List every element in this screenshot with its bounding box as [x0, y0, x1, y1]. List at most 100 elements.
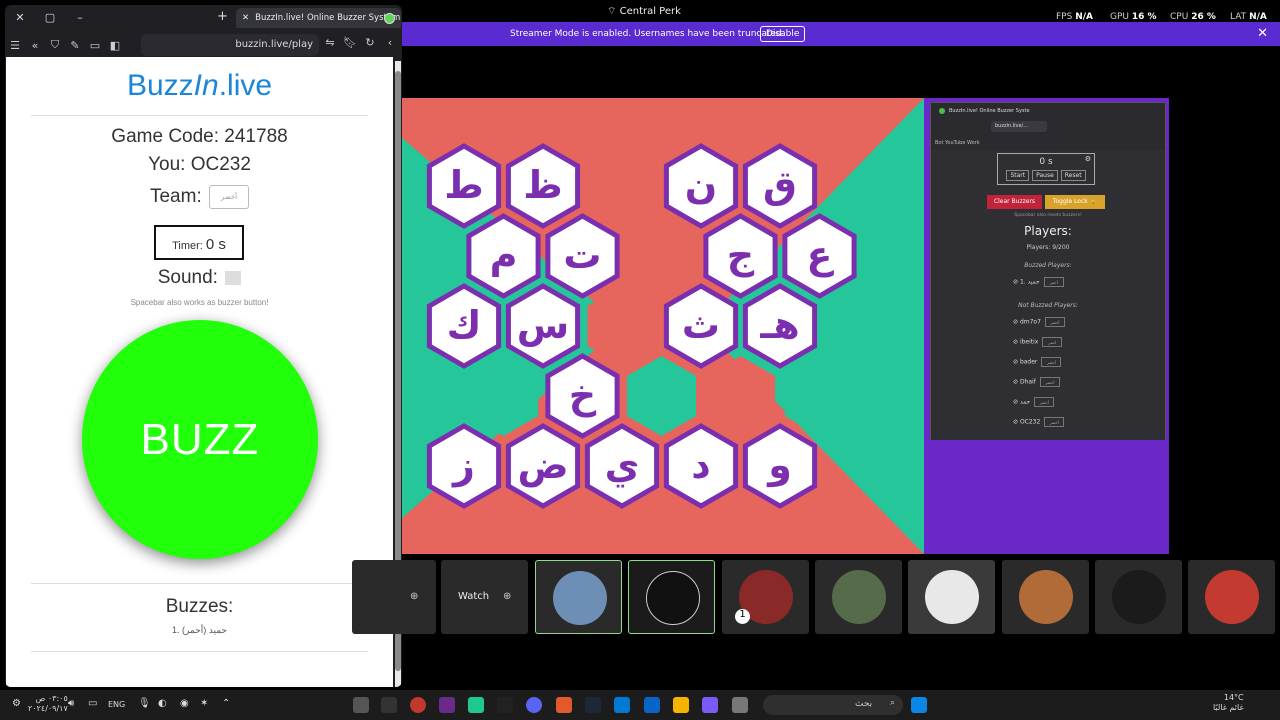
zoom-icon[interactable]: ⊕: [410, 591, 418, 602]
ban-icon[interactable]: ⊘: [1013, 359, 1020, 366]
copilot-icon[interactable]: [702, 697, 718, 713]
participant-tile[interactable]: [1002, 560, 1089, 634]
hex-cell[interactable]: ك: [426, 283, 502, 369]
team-select[interactable]: أخضر: [1034, 397, 1055, 407]
team-select[interactable]: أخضر: [1039, 377, 1060, 387]
app-icon[interactable]: [468, 697, 484, 713]
taskbar-search[interactable]: بحث ⌕: [763, 695, 903, 715]
clock[interactable]: ٠٣:٠٥ ص ٢٠٢٤/٠٩/١٧: [28, 694, 68, 714]
participant-tile[interactable]: [1095, 560, 1182, 634]
windows-start-icon[interactable]: [911, 697, 927, 713]
show-hidden-icons-icon[interactable]: ⌃: [222, 698, 230, 709]
zoom-icon[interactable]: ⊕: [503, 591, 511, 602]
hex-cell[interactable]: ج: [703, 213, 778, 299]
ban-icon[interactable]: ⊘: [1013, 379, 1020, 386]
settings-icon[interactable]: ⚙: [12, 698, 21, 709]
sidebar-icon[interactable]: ◧: [105, 39, 125, 52]
start-button[interactable]: Start: [1006, 170, 1030, 181]
hex-cell[interactable]: ت: [545, 213, 620, 299]
ban-icon[interactable]: ⊘: [1013, 319, 1020, 326]
hex-cell[interactable]: ط: [426, 143, 502, 229]
participant-tile[interactable]: [535, 560, 622, 634]
team-select[interactable]: أخضر: [1044, 417, 1065, 427]
menu-icon[interactable]: ☰: [5, 39, 25, 52]
host-address-bar[interactable]: buzzin.live/...: [991, 121, 1047, 132]
back-icon[interactable]: ‹: [383, 36, 397, 49]
reset-button[interactable]: Reset: [1060, 170, 1086, 181]
minimize-window-icon[interactable]: –: [65, 11, 95, 24]
clear-buzzers-button[interactable]: Clear Buzzers: [987, 195, 1042, 209]
hex-cell[interactable]: د: [663, 423, 739, 509]
team-select[interactable]: أخضر: [209, 185, 250, 209]
hex-cell[interactable]: ث: [663, 283, 739, 369]
outlook-icon[interactable]: [644, 697, 660, 713]
gear-icon[interactable]: ⚙: [1085, 155, 1091, 163]
language-indicator[interactable]: ENG: [108, 700, 125, 709]
watch-button[interactable]: Watch: [458, 591, 489, 602]
volume-icon[interactable]: 🔊︎: [68, 698, 74, 709]
brave-icon[interactable]: [556, 697, 572, 713]
maximize-window-icon[interactable]: ▢: [35, 11, 65, 24]
hex-cell[interactable]: ض: [505, 423, 581, 509]
network-icon[interactable]: ▭: [88, 698, 97, 709]
hex-cell[interactable]: هـ: [742, 283, 818, 369]
hex-cell[interactable]: م: [466, 213, 541, 299]
file-explorer-icon[interactable]: [673, 697, 689, 713]
hex-cell[interactable]: خ: [545, 353, 620, 439]
tabs-icon[interactable]: ▭: [85, 39, 105, 52]
team-select[interactable]: أخضر: [1044, 317, 1065, 327]
ban-icon[interactable]: ⊘: [1013, 419, 1020, 426]
hex-cell[interactable]: ظ: [505, 143, 581, 229]
close-window-icon[interactable]: ✕: [5, 11, 35, 24]
ban-icon[interactable]: ⊘: [1013, 399, 1020, 406]
mail-icon[interactable]: [381, 697, 397, 713]
hex-cell[interactable]: س: [505, 283, 581, 369]
brightness-icon[interactable]: ✶: [200, 698, 208, 709]
speaker-icon[interactable]: ◉: [180, 698, 189, 709]
buzz-button[interactable]: BUZZ: [82, 320, 318, 559]
bookmark-icon[interactable]: 🔖︎: [343, 36, 357, 49]
app-icon[interactable]: [410, 697, 426, 713]
task-view-icon[interactable]: [732, 697, 748, 713]
site-settings-icon[interactable]: ⇋: [323, 36, 337, 49]
close-tab-icon[interactable]: ✕: [242, 13, 249, 23]
team-select[interactable]: أحمر: [1042, 337, 1063, 347]
participant-tile[interactable]: [628, 560, 715, 634]
pause-button[interactable]: Pause: [1032, 170, 1058, 181]
participant-tile[interactable]: [815, 560, 902, 634]
hex-cell[interactable]: ع: [782, 213, 857, 299]
hex-cell[interactable]: ي: [584, 423, 660, 509]
ban-icon[interactable]: ⊘: [1013, 339, 1020, 346]
toggle-lock-button[interactable]: Toggle Lock 🔓: [1045, 195, 1105, 209]
headset-icon[interactable]: ◐: [158, 698, 167, 709]
reload-icon[interactable]: ↻: [363, 36, 377, 49]
obs-icon[interactable]: [353, 697, 369, 713]
store-icon[interactable]: [614, 697, 630, 713]
host-browser-tab[interactable]: BuzzIn.live! Online Buzzer Syste: [935, 105, 1031, 117]
discord-icon[interactable]: [526, 697, 542, 713]
nzxt-icon[interactable]: [439, 697, 455, 713]
close-banner-icon[interactable]: ✕: [1257, 26, 1268, 41]
microphone-icon[interactable]: 🎙︎: [138, 698, 151, 709]
hex-cell[interactable]: ق: [742, 143, 818, 229]
address-bar[interactable]: buzzin.live/play: [141, 34, 319, 56]
hex-cell[interactable]: و: [742, 423, 818, 509]
browser-tab[interactable]: ✕ BuzzIn.live! Online Buzzer System: [236, 8, 401, 28]
weather-widget[interactable]: 14°C غائم غالبًا: [1213, 693, 1244, 713]
participant-tile[interactable]: 1: [722, 560, 809, 634]
new-tab-icon[interactable]: +: [217, 9, 228, 24]
participant-tile[interactable]: [908, 560, 995, 634]
extensions-icon[interactable]: ✎: [65, 39, 85, 52]
steam-icon[interactable]: [585, 697, 601, 713]
shield-icon[interactable]: ⛉: [45, 38, 65, 52]
sidebar-collapse-icon[interactable]: «: [25, 39, 45, 52]
ban-icon[interactable]: ⊘: [1013, 279, 1020, 286]
epic-games-icon[interactable]: [497, 697, 513, 713]
disable-button[interactable]: Disable: [760, 26, 806, 42]
team-select[interactable]: أحمر: [1043, 277, 1064, 287]
sound-checkbox[interactable]: [225, 270, 242, 285]
team-select[interactable]: أخضر: [1041, 357, 1062, 367]
hex-cell[interactable]: ن: [663, 143, 739, 229]
hex-cell[interactable]: ز: [426, 423, 502, 509]
participant-tile[interactable]: ⊕: [352, 560, 436, 634]
